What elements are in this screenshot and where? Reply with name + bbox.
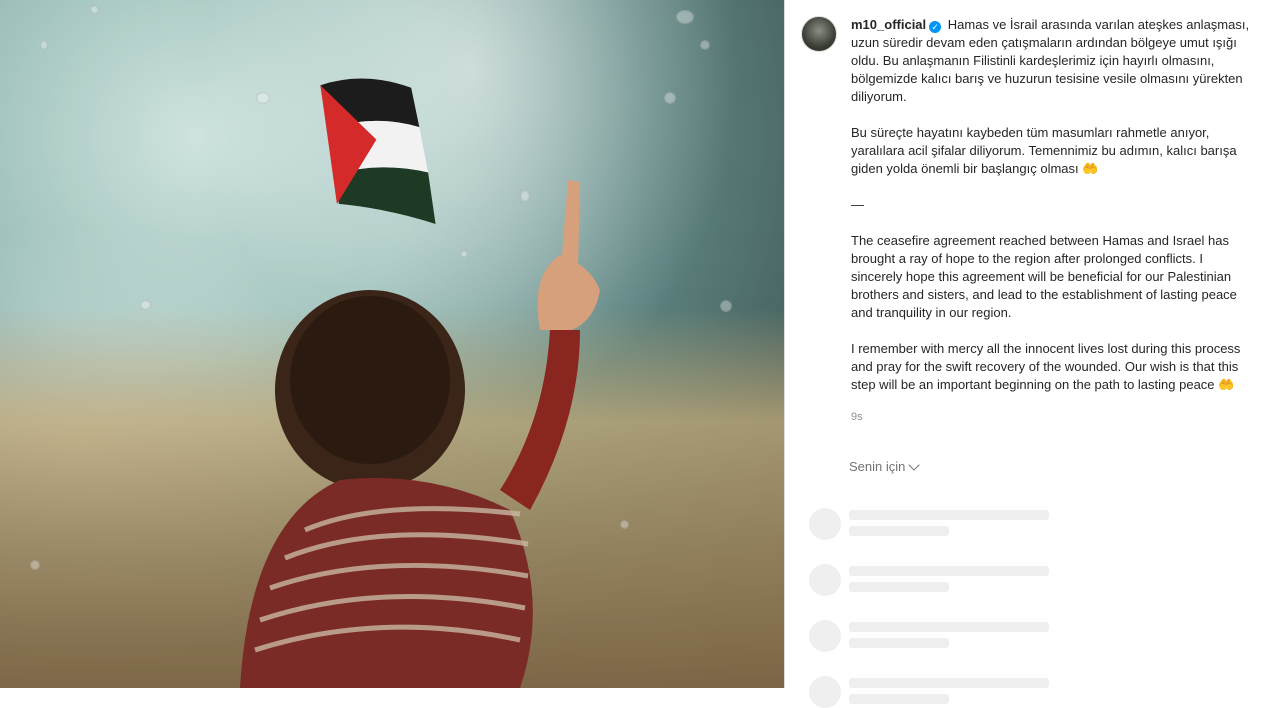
rain-drop — [620, 520, 629, 529]
caption-paragraph: Bu süreçte hayatını kaybeden tüm masumla… — [851, 125, 1237, 176]
caption-paragraph: m10_official ✓ Hamas ve İsrail arasında v… — [851, 16, 1254, 106]
rain-drop — [30, 560, 40, 570]
comment-placeholder — [809, 564, 1049, 596]
rain-drop — [700, 40, 710, 50]
post-timestamp[interactable]: 9s — [851, 408, 1254, 426]
placeholder-line — [849, 622, 1049, 632]
rain-drop — [256, 92, 270, 104]
placeholder-line — [849, 582, 949, 592]
post-details-panel: m10_official ✓ Hamas ve İsrail arasında v… — [784, 0, 1270, 708]
caption-paragraph: The ceasefire agreement reached between … — [851, 233, 1237, 320]
caption-paragraph: I remember with mercy all the innocent l… — [851, 341, 1241, 392]
rain-drop — [460, 250, 468, 258]
child-illustration — [240, 180, 600, 688]
placeholder-avatar — [809, 564, 841, 596]
chevron-down-icon — [908, 458, 921, 471]
caption-paragraph: — — [851, 197, 864, 212]
rain-drop — [520, 190, 530, 202]
post-view: m10_official ✓ Hamas ve İsrail arasında v… — [0, 0, 1270, 708]
rain-drop — [40, 40, 48, 50]
caption: m10_official ✓ Hamas ve İsrail arasında v… — [851, 16, 1254, 426]
rain-drop — [664, 92, 676, 104]
rain-drop — [140, 300, 151, 310]
for-you-dropdown[interactable]: Senin için — [849, 458, 921, 474]
caption-row: m10_official ✓ Hamas ve İsrail arasında v… — [801, 16, 1254, 426]
comment-placeholder — [809, 676, 1049, 708]
placeholder-line — [849, 678, 1049, 688]
for-you-label: Senin için — [849, 459, 906, 474]
comment-placeholder — [809, 508, 1049, 540]
avatar[interactable] — [801, 16, 837, 52]
username-link[interactable]: m10_official — [851, 17, 926, 32]
placeholder-line — [849, 638, 949, 648]
placeholder-line — [849, 526, 949, 536]
placeholder-avatar — [809, 676, 841, 708]
placeholder-avatar — [809, 508, 841, 540]
rain-drop — [676, 10, 694, 24]
placeholder-avatar — [809, 620, 841, 652]
placeholder-line — [849, 510, 1049, 520]
placeholder-line — [849, 694, 949, 704]
placeholder-line — [849, 566, 1049, 576]
verified-badge-icon: ✓ — [929, 21, 942, 33]
rain-drop — [90, 5, 99, 14]
rain-drop — [720, 300, 732, 312]
post-image[interactable] — [0, 0, 784, 688]
comment-placeholder — [809, 620, 1049, 652]
